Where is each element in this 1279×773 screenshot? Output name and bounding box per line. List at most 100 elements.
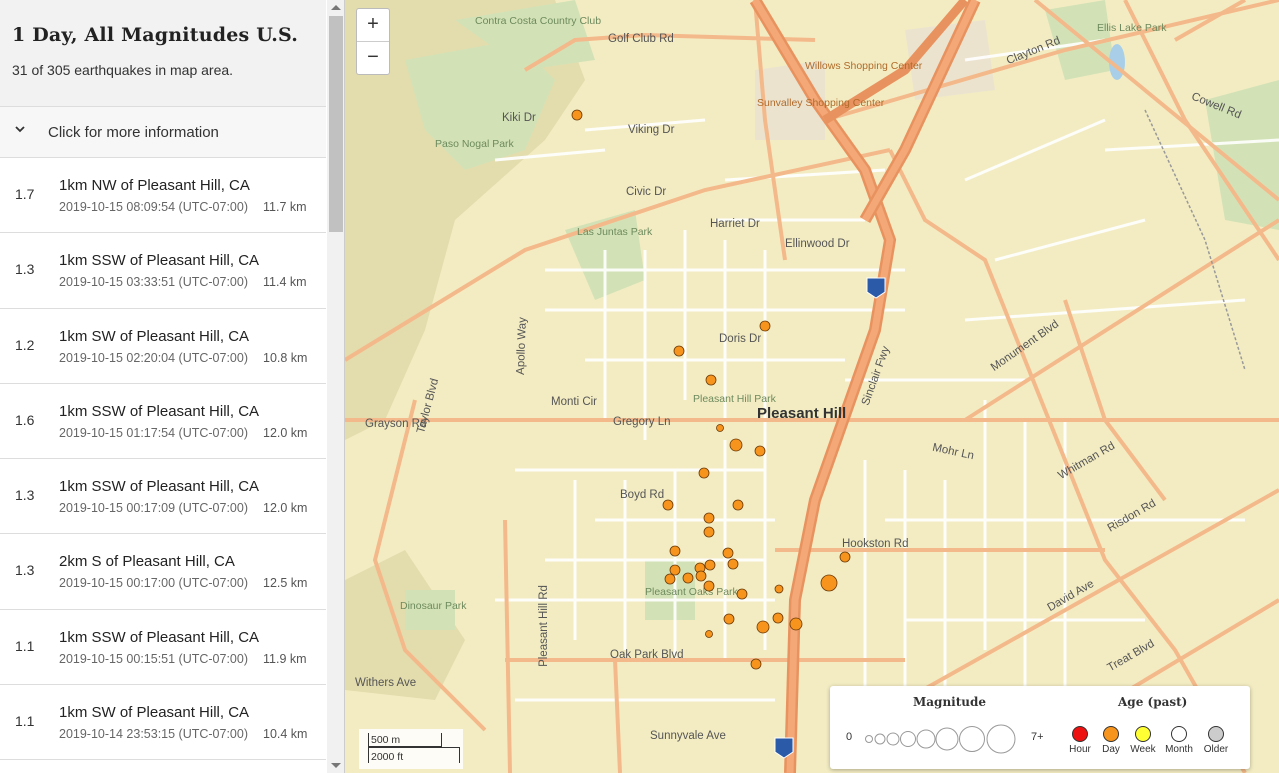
earthquake-count: 31 of 305 earthquakes in map area. (12, 62, 234, 78)
event-time: 2019-10-15 00:15:51 (UTC-07:00) (59, 651, 249, 666)
depth: 12.0 km (263, 501, 308, 516)
earthquake-marker[interactable] (695, 570, 707, 582)
list-header: 1 Day, All Magnitudes U.S. 31 of 305 ear… (0, 0, 326, 107)
event-time: 2019-10-15 08:09:54 (UTC-07:00) (59, 200, 249, 214)
earthquake-marker[interactable] (703, 580, 715, 592)
magnitude: 1.3 (15, 487, 35, 504)
legend-age-label: Month (1165, 744, 1193, 755)
legend-age-title: Age (past) (1118, 695, 1188, 709)
map-legend: Magnitude Age (past) 0 7+ Hour Day Week (830, 686, 1250, 769)
zoom-in-button[interactable]: + (357, 9, 389, 42)
earthquake-marker[interactable] (704, 559, 716, 571)
earthquake-marker[interactable] (839, 551, 851, 563)
depth: 12.0 km (263, 425, 308, 440)
scroll-up-icon[interactable] (331, 5, 341, 10)
event-time: 2019-10-15 00:17:00 (UTC-07:00) (59, 576, 249, 591)
zoom-control: + − (356, 8, 390, 75)
magnitude: 1.2 (15, 336, 35, 353)
location: 2km S of Pleasant Hill, CA (59, 553, 235, 571)
earthquake-marker[interactable] (722, 547, 734, 559)
legend-age-label: Week (1130, 744, 1156, 755)
list-item[interactable]: 1.1 1km SW of Pleasant Hill, CA 2019-10-… (0, 685, 326, 761)
scale-bar-imperial (368, 747, 460, 748)
scale-metric-label: 500 m (371, 734, 401, 746)
earthquake-list-panel: 1 Day, All Magnitudes U.S. 31 of 305 ear… (0, 0, 345, 773)
earthquake-marker[interactable] (723, 613, 735, 625)
map-view[interactable]: Golf Club Rd Contra Costa Country Club V… (345, 0, 1279, 773)
earthquake-marker[interactable] (571, 109, 583, 121)
earthquake-marker[interactable] (705, 374, 717, 386)
chevron-down-icon (15, 126, 25, 133)
depth: 10.4 km (263, 727, 308, 742)
depth: 11.4 km (263, 275, 307, 290)
list-scrollbar[interactable] (327, 0, 344, 773)
legend-age-label: Day (1102, 744, 1120, 755)
location: 1km SW of Pleasant Hill, CA (59, 327, 250, 345)
event-time: 2019-10-14 23:53:15 (UTC-07:00) (59, 727, 249, 742)
earthquake-marker[interactable] (664, 573, 676, 585)
earthquake-marker[interactable] (772, 612, 784, 624)
earthquake-marker[interactable] (759, 320, 771, 332)
legend-magnitude-title: Magnitude (913, 695, 987, 709)
list-item[interactable]: 1.3 2km S of Pleasant Hill, CA 2019-10-1… (0, 534, 326, 610)
scale-tick (368, 733, 369, 763)
earthquake-marker[interactable] (682, 572, 694, 584)
list-item[interactable]: 1.1 1km SSW of Pleasant Hill, CA 2019-10… (0, 609, 326, 686)
depth: 11.7 km (263, 200, 307, 214)
earthquake-marker[interactable] (754, 445, 766, 457)
magnitude: 1.1 (15, 637, 35, 654)
legend-age-week: Week (1125, 726, 1161, 755)
legend-dot (1208, 726, 1224, 742)
list-title: 1 Day, All Magnitudes U.S. (12, 24, 299, 46)
location: 1km SSW of Pleasant Hill, CA (59, 628, 260, 646)
legend-age-day: Day (1093, 726, 1129, 755)
earthquake-marker[interactable] (662, 499, 674, 511)
list-item[interactable]: 1.7 1km NW of Pleasant Hill, CA 2019-10-… (0, 158, 326, 234)
scale-tick (441, 733, 442, 747)
legend-magnitude-scale (865, 724, 1016, 754)
zoom-out-button[interactable]: − (357, 42, 389, 75)
earthquake-marker[interactable] (673, 345, 685, 357)
more-info-toggle[interactable]: Click for more information (0, 107, 326, 158)
legend-age-month: Month (1161, 726, 1197, 755)
earthquake-marker[interactable] (789, 617, 803, 631)
earthquake-marker[interactable] (669, 564, 681, 576)
magnitude: 1.3 (15, 261, 35, 278)
location: 1km NW of Pleasant Hill, CA (59, 177, 250, 194)
scroll-thumb[interactable] (329, 16, 343, 232)
magnitude: 1.6 (15, 411, 35, 428)
earthquake-marker[interactable] (698, 467, 710, 479)
list-item[interactable]: 1.3 1km SSW of Pleasant Hill, CA 2019-10… (0, 459, 326, 535)
list-item[interactable]: 1.3 1km SSW of Pleasant Hill, CA 2019-10… (0, 233, 326, 309)
earthquake-marker[interactable] (736, 588, 748, 600)
earthquake-marker[interactable] (727, 558, 739, 570)
depth: 11.9 km (263, 651, 307, 666)
magnitude: 1.7 (15, 186, 35, 202)
earthquake-marker[interactable] (716, 424, 724, 432)
event-time: 2019-10-15 02:20:04 (UTC-07:00) (59, 350, 249, 365)
depth: 10.8 km (263, 350, 308, 365)
earthquake-marker[interactable] (705, 630, 713, 638)
earthquake-marker[interactable] (669, 545, 681, 557)
earthquake-marker[interactable] (756, 620, 770, 634)
earthquake-marker[interactable] (732, 499, 744, 511)
magnitude: 1.3 (15, 562, 35, 579)
magnitude: 1.1 (15, 713, 35, 730)
scroll-down-icon[interactable] (331, 763, 341, 768)
map-scale: 500 m 2000 ft (359, 729, 463, 769)
earthquake-marker[interactable] (750, 658, 762, 670)
list-item[interactable]: 1.2 1km SW of Pleasant Hill, CA 2019-10-… (0, 308, 326, 384)
scale-imperial-label: 2000 ft (371, 751, 404, 763)
earthquake-marker[interactable] (774, 584, 784, 594)
earthquake-markers (571, 109, 851, 670)
earthquake-marker[interactable] (820, 574, 838, 592)
event-time: 2019-10-15 00:17:09 (UTC-07:00) (59, 501, 249, 516)
location: 1km SSW of Pleasant Hill, CA (59, 402, 260, 420)
earthquake-marker[interactable] (703, 526, 715, 538)
event-time: 2019-10-15 03:33:51 (UTC-07:00) (59, 275, 249, 290)
earthquake-marker[interactable] (729, 438, 743, 452)
earthquake-marker[interactable] (703, 512, 715, 524)
location: 1km SSW of Pleasant Hill, CA (59, 252, 260, 270)
list-item[interactable]: 1.6 1km SSW of Pleasant Hill, CA 2019-10… (0, 383, 326, 460)
location: 1km SW of Pleasant Hill, CA (59, 704, 250, 722)
